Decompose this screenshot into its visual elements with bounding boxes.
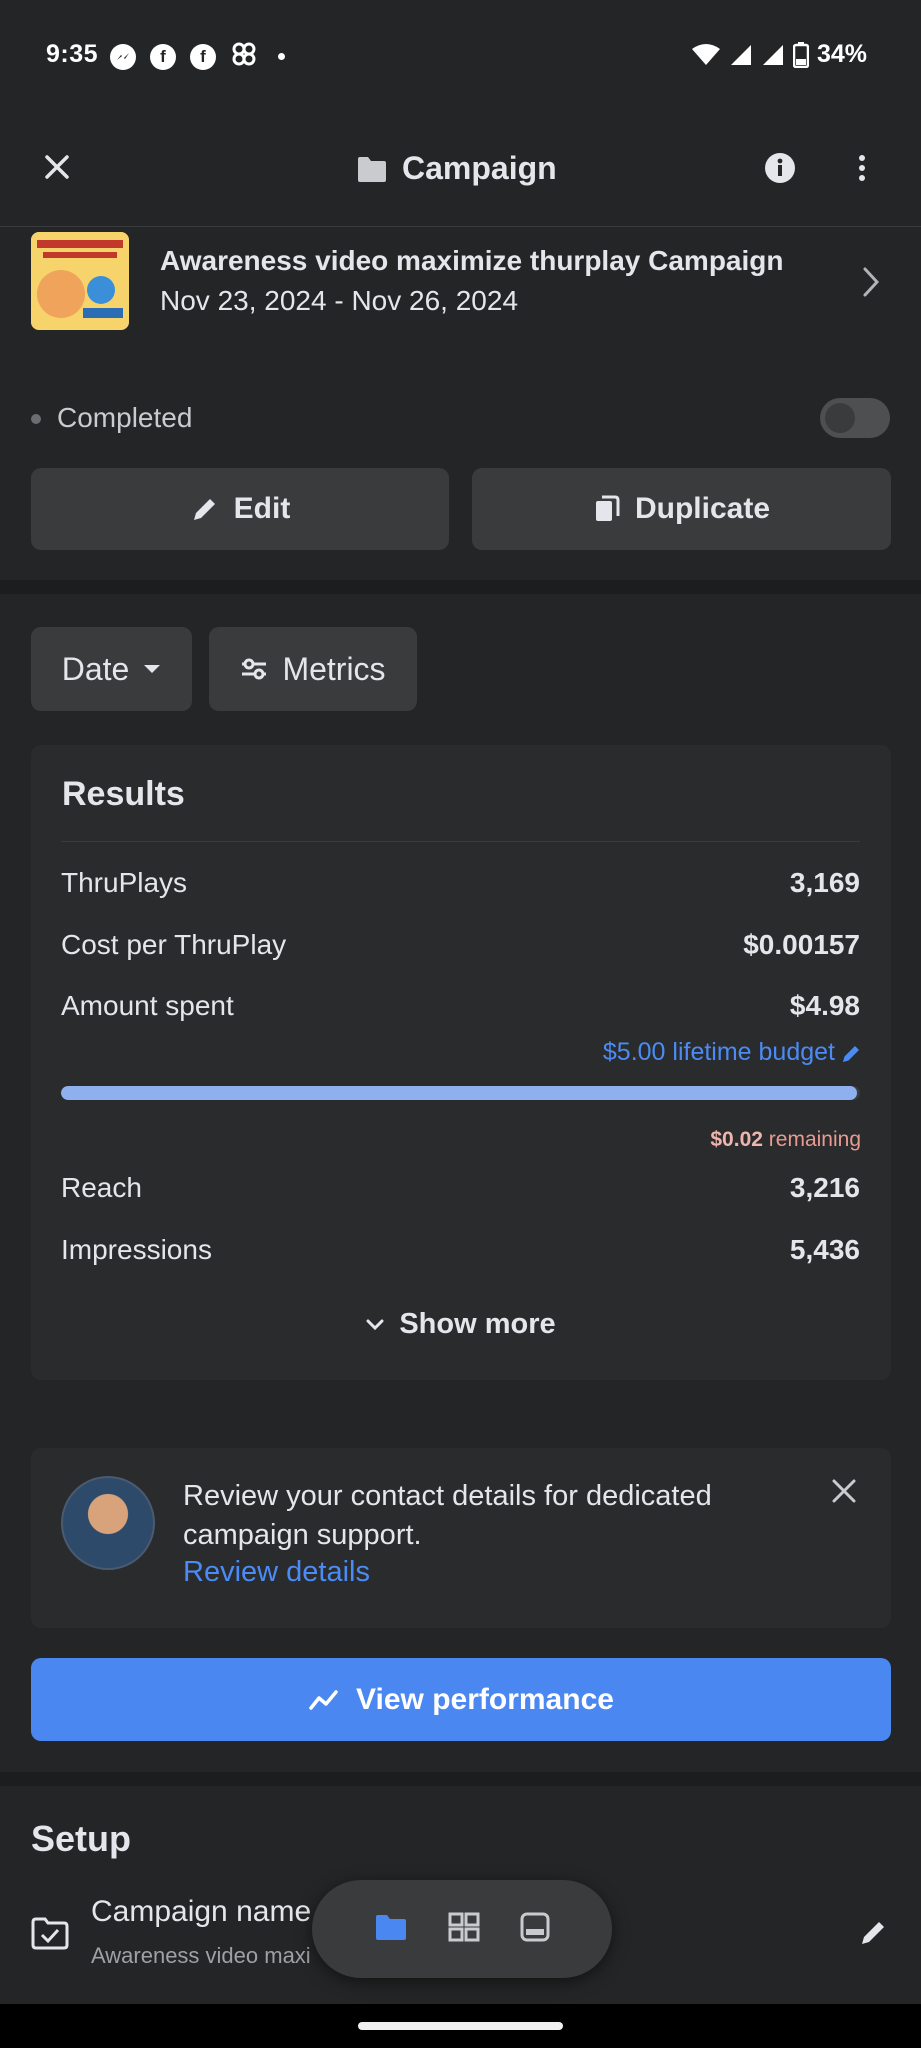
signal-icon [730, 44, 751, 65]
results-divider [61, 841, 860, 842]
campaign-view-button[interactable] [374, 1913, 408, 1946]
caret-down-icon [144, 665, 161, 673]
ad-sets-view-button[interactable] [448, 1912, 480, 1947]
edit-campaign-name-button[interactable] [858, 1916, 890, 1953]
trend-icon [309, 1689, 338, 1710]
more-notifications-dot [278, 53, 285, 60]
show-more-label: Show more [399, 1308, 556, 1340]
more-vertical-icon [859, 155, 865, 181]
chevron-down-icon [366, 1319, 384, 1330]
pinwheel-icon [230, 40, 258, 73]
edit-button[interactable]: Edit [31, 468, 449, 550]
status-indicator-dot [31, 414, 41, 424]
signal-icon [762, 44, 783, 65]
remaining-amount: $0.02 [710, 1128, 763, 1151]
campaign-thumbnail [31, 232, 129, 330]
duplicate-button[interactable]: Duplicate [472, 468, 891, 550]
page-title: Campaign [402, 150, 557, 186]
support-avatar [61, 1476, 155, 1570]
notification-icons: f f [110, 40, 285, 73]
facebook-icon: f [190, 43, 216, 70]
budget-link-label: $5.00 lifetime budget [602, 1038, 835, 1066]
toggle-knob [825, 403, 855, 433]
status-time: 9:35 [46, 40, 99, 68]
metrics-label: Metrics [282, 650, 386, 687]
metric-label-thruplays: ThruPlays [61, 867, 188, 898]
metric-value-cost-per-thruplay: $0.00157 [743, 929, 860, 960]
floating-view-switcher [312, 1880, 612, 1978]
folder-icon [376, 1914, 406, 1940]
metric-value-impressions: 5,436 [789, 1234, 860, 1265]
system-status: 34% [691, 40, 867, 69]
duplicate-label: Duplicate [634, 492, 771, 525]
campaign-name: Awareness video maximize thurplay Campai… [160, 245, 784, 276]
campaign-toggle[interactable] [820, 398, 890, 438]
ad-card-icon [520, 1912, 550, 1941]
campaign-name-field-label: Campaign name [91, 1895, 312, 1928]
section-separator [0, 580, 921, 594]
grid-icon [448, 1912, 480, 1941]
date-filter-dropdown[interactable]: Date [31, 627, 192, 711]
home-gesture-handle[interactable] [358, 2022, 563, 2030]
messenger-icon [110, 43, 136, 70]
close-button[interactable] [40, 150, 74, 189]
header-divider [0, 226, 921, 227]
close-icon [832, 1479, 856, 1503]
budget-progress-fill [61, 1086, 857, 1100]
metric-label-reach: Reach [61, 1172, 142, 1203]
folder-icon [358, 156, 386, 182]
page-title-group: Campaign [356, 150, 557, 187]
metric-label-amount-spent: Amount spent [61, 990, 234, 1021]
info-icon [765, 153, 795, 183]
pencil-icon [193, 499, 215, 520]
facebook-icon: f [150, 43, 176, 70]
metric-value-thruplays: 3,169 [789, 867, 860, 898]
campaign-date-range: Nov 23, 2024 - Nov 26, 2024 [160, 285, 519, 316]
view-performance-label: View performance [356, 1682, 614, 1716]
folder-check-icon [31, 1916, 69, 1955]
results-title: Results [62, 775, 185, 813]
review-details-link[interactable]: Review details [183, 1556, 370, 1589]
duplicate-icon [595, 495, 620, 521]
thumbnail-image [31, 232, 129, 330]
close-icon [45, 155, 69, 179]
metric-value-amount-spent: $4.98 [789, 990, 860, 1021]
budget-progress-bar [61, 1086, 860, 1100]
more-options-button[interactable] [852, 152, 872, 189]
battery-icon [792, 41, 809, 68]
pencil-icon [862, 1922, 884, 1944]
metrics-button[interactable]: Metrics [209, 627, 417, 711]
battery-percent: 34% [816, 40, 867, 68]
edit-label: Edit [233, 492, 291, 525]
notice-text: Review your contact details for dedicate… [183, 1480, 712, 1551]
show-more-button[interactable]: Show more [0, 1308, 921, 1341]
setup-title: Setup [31, 1818, 132, 1859]
info-button[interactable] [764, 152, 796, 189]
ads-view-button[interactable] [520, 1912, 550, 1947]
chevron-right-icon [862, 266, 880, 303]
section-separator [0, 1772, 921, 1786]
campaign-status: Completed [57, 402, 193, 433]
metric-label-impressions: Impressions [61, 1234, 212, 1265]
date-filter-label: Date [61, 650, 130, 687]
remaining-label: remaining [768, 1128, 861, 1151]
metric-label-cost-per-thruplay: Cost per ThruPlay [61, 929, 287, 960]
dismiss-notice-button[interactable] [830, 1477, 858, 1510]
lifetime-budget-link[interactable]: $5.00 lifetime budget [603, 1038, 863, 1067]
wifi-icon [691, 43, 720, 65]
budget-remaining: $0.02 remaining [710, 1128, 861, 1152]
view-performance-button[interactable]: View performance [31, 1658, 891, 1741]
campaign-name-field-value: Awareness video maxi [91, 1943, 311, 1968]
pencil-icon [843, 1045, 859, 1062]
sliders-icon [242, 658, 267, 680]
metric-value-reach: 3,216 [789, 1172, 860, 1203]
